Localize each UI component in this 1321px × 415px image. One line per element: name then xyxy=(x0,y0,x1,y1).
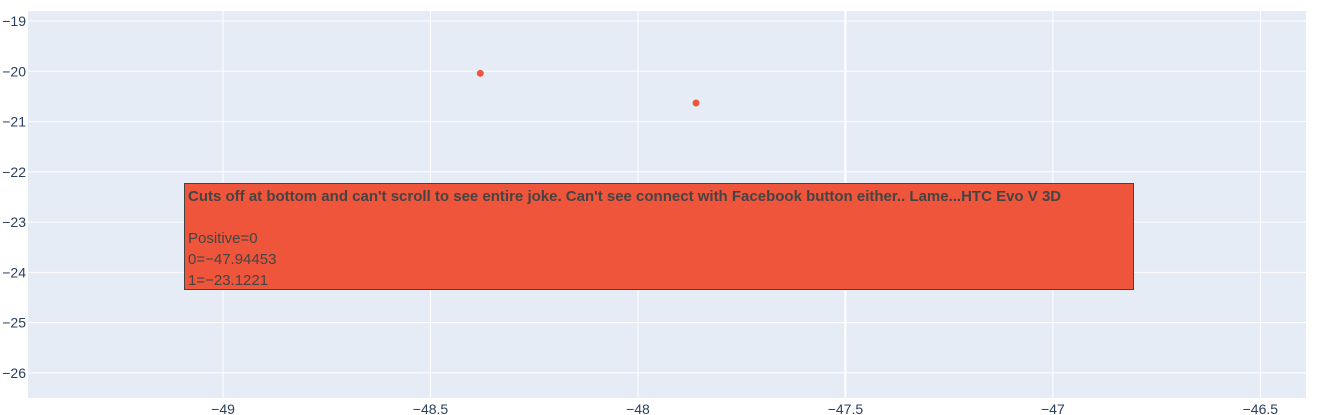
y-tick-label: −19 xyxy=(2,13,26,29)
y-tick-label: −26 xyxy=(2,365,26,381)
hover-tooltip-positive: Positive=0 xyxy=(188,230,258,247)
y-tick-label: −22 xyxy=(2,164,26,180)
hover-tooltip-x-value: 0=−47.94453 xyxy=(188,251,277,268)
y-axis-tick-labels: −19 −20 −21 −22 −23 −24 −25 −26 xyxy=(2,13,26,381)
hover-tooltip-y-value: 1=−23.1221 xyxy=(188,272,269,289)
y-tick-label: −20 xyxy=(2,63,26,79)
x-axis-tick-labels: −49 −48.5 −48 −47.5 −47 −46.5 xyxy=(211,401,1278,415)
x-tick-label: −49 xyxy=(211,401,235,415)
x-tick-label: −47 xyxy=(1041,401,1065,415)
y-tick-label: −25 xyxy=(2,315,26,331)
y-tick-label: −23 xyxy=(2,214,26,230)
x-tick-label: −46.5 xyxy=(1243,401,1279,415)
hover-tooltip: Cuts off at bottom and can't scroll to s… xyxy=(184,183,1134,290)
scatter-point[interactable] xyxy=(476,69,484,77)
hover-tooltip-spacer xyxy=(188,207,1130,228)
scatter-point[interactable] xyxy=(692,99,700,107)
x-tick-label: −48.5 xyxy=(413,401,449,415)
y-tick-label: −21 xyxy=(2,114,26,130)
hover-tooltip-title: Cuts off at bottom and can't scroll to s… xyxy=(188,188,1062,205)
y-tick-label: −24 xyxy=(2,264,26,280)
x-tick-label: −47.5 xyxy=(828,401,864,415)
x-tick-label: −48 xyxy=(626,401,650,415)
